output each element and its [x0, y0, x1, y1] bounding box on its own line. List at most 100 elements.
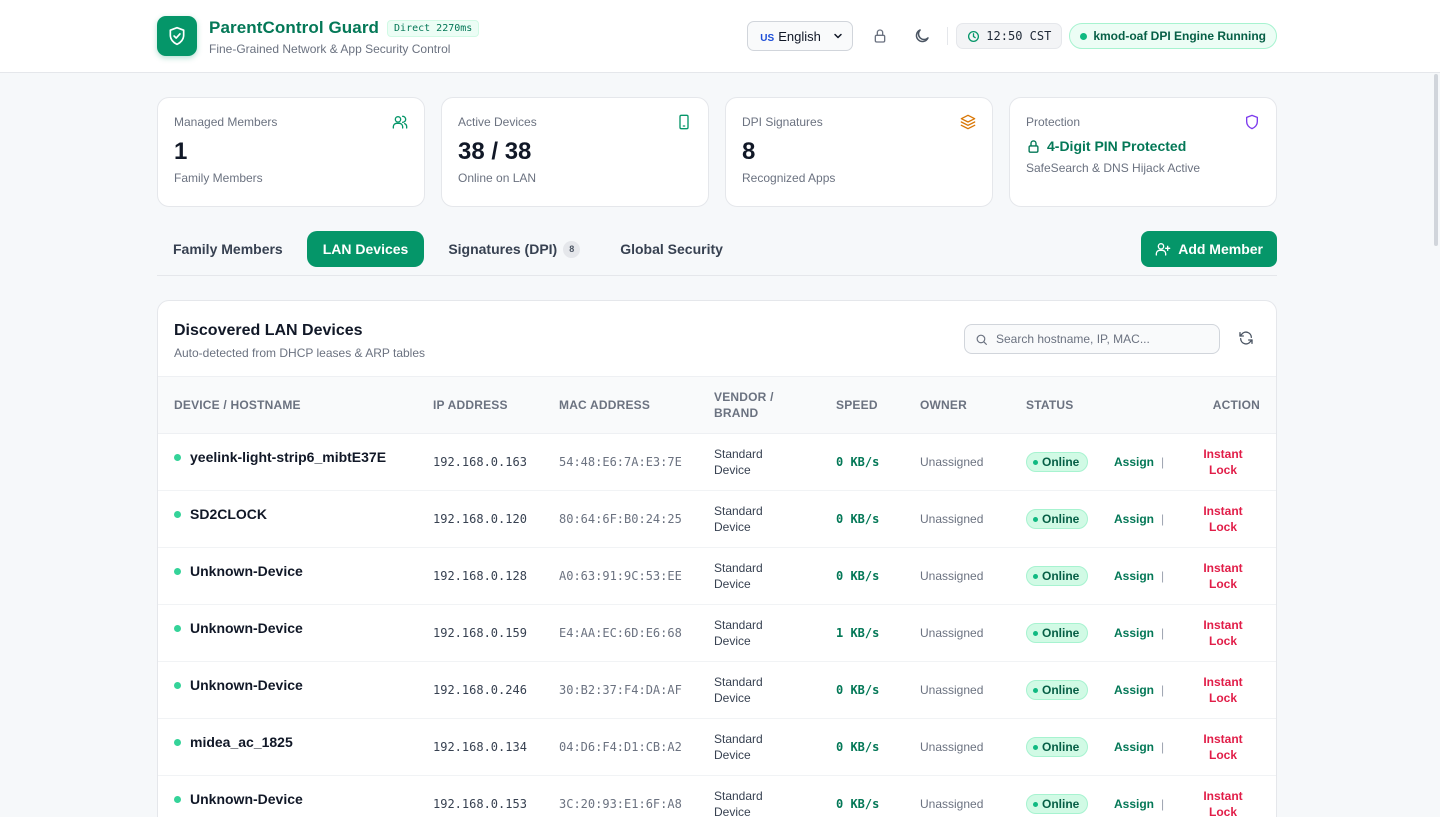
instant-lock-button[interactable]: Instant Lock [1199, 674, 1247, 706]
assign-button[interactable]: Assign [1114, 512, 1154, 526]
device-vendor: Standard Device [714, 504, 763, 534]
action-divider: | [1161, 740, 1165, 754]
cell-speed: 0 KB/s [828, 490, 912, 548]
action-divider: | [1161, 683, 1165, 697]
clock: 12:50 CST [956, 23, 1063, 49]
device-hostname: yeelink-light-strip6_mibtE37E [190, 449, 387, 465]
device-speed: 0 KB/s [836, 683, 880, 697]
status-label: Online [1042, 455, 1080, 469]
cell-mac: 04:D6:F4:D1:CB:A2 [551, 718, 706, 776]
device-hostname: Unknown-Device [190, 563, 303, 579]
instant-lock-button[interactable]: Instant Lock [1199, 731, 1247, 763]
cell-owner: Unassigned [912, 718, 1018, 776]
add-member-button[interactable]: Add Member [1141, 231, 1277, 267]
refresh-icon[interactable] [1238, 330, 1254, 351]
instant-lock-button[interactable]: Instant Lock [1199, 446, 1247, 478]
instant-lock-button[interactable]: Instant Lock [1199, 503, 1247, 535]
cell-ip: 192.168.0.153 [425, 775, 551, 817]
stat-card-protection: Protection 4-Digit PIN Protected SafeSea… [1009, 97, 1277, 207]
device-speed: 0 KB/s [836, 455, 880, 469]
instant-lock-button[interactable]: Instant Lock [1199, 617, 1247, 649]
status-dot [1033, 744, 1038, 750]
assign-button[interactable]: Assign [1114, 626, 1154, 640]
assign-button[interactable]: Assign [1114, 455, 1154, 469]
table-row: yeelink-light-strip6_mibtE37E 192.168.0.… [158, 433, 1276, 491]
device-speed: 0 KB/s [836, 569, 880, 583]
device-search[interactable] [964, 324, 1220, 354]
page-scrollbar[interactable] [1434, 74, 1438, 246]
stat-sub: Online on LAN [458, 171, 537, 185]
status-badge: Online [1026, 794, 1089, 814]
lock-icon [874, 29, 886, 43]
devices-table: Device / Hostname IP Address MAC Address… [158, 376, 1276, 817]
protection-sub: SafeSearch & DNS Hijack Active [1026, 161, 1201, 175]
table-row: Unknown-Device 192.168.0.128 A0:63:91:9C… [158, 547, 1276, 605]
flag-icon: US [760, 32, 775, 44]
search-input[interactable] [996, 332, 1206, 346]
stat-card-members: Managed Members 1 Family Members [157, 97, 425, 207]
device-owner: Unassigned [920, 740, 984, 754]
cell-owner: Unassigned [912, 433, 1018, 491]
theme-toggle-button[interactable] [907, 21, 937, 51]
app-subtitle: Fine-Grained Network & App Security Cont… [209, 42, 451, 56]
cell-mac: 54:48:E6:7A:E3:7E [551, 433, 706, 491]
device-speed: 1 KB/s [836, 626, 880, 640]
status-badge: Online [1026, 509, 1089, 529]
action-divider: | [1161, 797, 1165, 811]
cell-vendor: Standard Device [706, 775, 828, 817]
status-dot [1080, 32, 1088, 40]
assign-button[interactable]: Assign [1114, 797, 1154, 811]
cell-ip: 192.168.0.120 [425, 490, 551, 548]
cell-status: Online [1018, 433, 1106, 491]
language-select[interactable]: US English [747, 21, 854, 51]
tab-global-security[interactable]: Global Security [604, 231, 739, 267]
cell-status: Online [1018, 661, 1106, 719]
instant-lock-button[interactable]: Instant Lock [1199, 560, 1247, 592]
assign-button[interactable]: Assign [1114, 569, 1154, 583]
instant-lock-button[interactable]: Instant Lock [1199, 788, 1247, 817]
col-header-device: Device / Hostname [174, 398, 301, 412]
assign-button[interactable]: Assign [1114, 740, 1154, 754]
brand: ParentControl Guard Direct 2270ms Fine-G… [157, 16, 480, 56]
cell-ip: 192.168.0.246 [425, 661, 551, 719]
stat-label: Active Devices [458, 115, 537, 129]
action-divider: | [1161, 512, 1165, 526]
device-vendor: Standard Device [714, 561, 763, 591]
device-mac: 04:D6:F4:D1:CB:A2 [559, 740, 682, 754]
cell-status: Online [1018, 490, 1106, 548]
cell-owner: Unassigned [912, 604, 1018, 662]
stat-card-devices: Active Devices 38 / 38 Online on LAN [441, 97, 709, 207]
layers-icon [960, 114, 976, 135]
user-plus-icon [1155, 243, 1171, 256]
clock-time: 12:50 CST [986, 29, 1052, 43]
col-header-action: Action [1212, 398, 1260, 412]
tab-lan-devices[interactable]: LAN Devices [306, 231, 425, 267]
cell-assign: Assign | [1106, 433, 1191, 491]
cell-vendor: Standard Device [706, 433, 828, 491]
cell-mac: 80:64:6F:B0:24:25 [551, 490, 706, 548]
tab-signatures[interactable]: Signatures (DPI) 8 [432, 231, 596, 267]
assign-button[interactable]: Assign [1114, 683, 1154, 697]
device-vendor: Standard Device [714, 618, 763, 648]
add-member-label: Add Member [1178, 241, 1263, 257]
cell-owner: Unassigned [912, 490, 1018, 548]
cell-assign: Assign | [1106, 490, 1191, 548]
cell-action: Instant Lock [1191, 547, 1276, 605]
col-header-ip: IP Address [433, 398, 508, 412]
device-vendor: Standard Device [714, 675, 763, 705]
cell-action: Instant Lock [1191, 775, 1276, 817]
device-hostname: Unknown-Device [190, 677, 303, 693]
tab-family-members[interactable]: Family Members [157, 231, 299, 267]
device-mac: 80:64:6F:B0:24:25 [559, 512, 682, 526]
lock-button[interactable] [865, 21, 895, 51]
tab-bar: Family Members LAN Devices Signatures (D… [157, 231, 1277, 276]
cell-speed: 1 KB/s [828, 604, 912, 662]
status-label: Online [1042, 683, 1080, 697]
device-owner: Unassigned [920, 455, 984, 469]
lock-icon [1028, 139, 1039, 153]
cell-ip: 192.168.0.134 [425, 718, 551, 776]
cell-vendor: Standard Device [706, 718, 828, 776]
shield-check-icon [157, 16, 197, 56]
cell-device: Unknown-Device [158, 775, 425, 817]
header-divider [947, 27, 949, 45]
